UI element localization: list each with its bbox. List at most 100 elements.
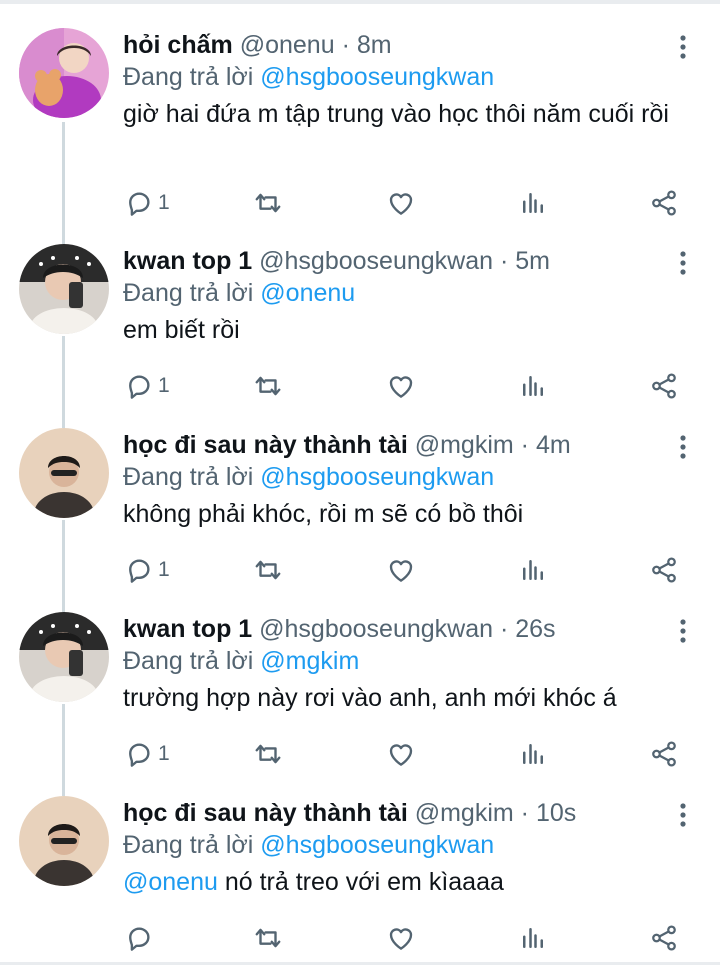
replying-to: Đang trả lời @mgkim — [123, 646, 359, 676]
display-name[interactable]: học đi sau này thành tài — [123, 799, 408, 827]
replying-to-mention[interactable]: @mgkim — [260, 647, 359, 675]
reply-icon — [124, 923, 154, 953]
reply-count: 1 — [158, 742, 170, 765]
replying-to-label: Đang trả lời — [123, 279, 254, 307]
share-icon — [649, 188, 679, 218]
tweet-text: không phải khóc, rồi m sẽ có bồ thôi — [123, 500, 524, 528]
timestamp[interactable]: 26s — [515, 615, 555, 643]
separator-dot: · — [520, 799, 529, 827]
like-button[interactable] — [386, 369, 416, 403]
views-button[interactable] — [518, 737, 548, 771]
like-button[interactable] — [386, 737, 416, 771]
retweet-button[interactable] — [253, 737, 283, 771]
tweet-header: kwan top 1 @hsgbooseungkwan · 5m — [123, 246, 660, 276]
more-icon[interactable] — [672, 616, 694, 646]
replying-to: Đang trả lời @hsgbooseungkwan — [123, 462, 494, 492]
avatar[interactable] — [19, 428, 109, 518]
like-button[interactable] — [386, 921, 416, 955]
thread-line — [62, 336, 65, 428]
retweet-icon — [253, 739, 283, 769]
tweet-actions: 1 — [120, 369, 690, 403]
reply-button[interactable]: 1 — [124, 737, 170, 771]
replying-to-label: Đang trả lời — [123, 647, 254, 675]
user-handle[interactable]: @onenu — [240, 31, 335, 59]
display-name[interactable]: kwan top 1 — [123, 247, 252, 275]
tweet-actions: 1 — [120, 186, 690, 220]
heart-icon — [386, 371, 416, 401]
share-button[interactable] — [649, 553, 679, 587]
replying-to-label: Đang trả lời — [123, 63, 254, 91]
more-icon[interactable] — [672, 248, 694, 278]
views-button[interactable] — [518, 369, 548, 403]
tweet-header: học đi sau này thành tài @mgkim · 4m — [123, 430, 660, 460]
retweet-icon — [253, 923, 283, 953]
text-mention[interactable]: @onenu — [123, 868, 218, 896]
separator-dot: · — [341, 31, 350, 59]
replying-to: Đang trả lời @onenu — [123, 278, 355, 308]
tweet-header: kwan top 1 @hsgbooseungkwan · 26s — [123, 614, 660, 644]
reply-icon — [124, 188, 154, 218]
avatar[interactable] — [19, 612, 109, 702]
reply-button[interactable]: 1 — [124, 369, 170, 403]
views-button[interactable] — [518, 553, 548, 587]
timestamp[interactable]: 8m — [357, 31, 392, 59]
timestamp[interactable]: 4m — [536, 431, 571, 459]
avatar[interactable] — [19, 244, 109, 334]
avatar[interactable] — [19, 796, 109, 886]
replying-to-label: Đang trả lời — [123, 463, 254, 491]
separator-dot: · — [499, 247, 509, 275]
replying-to-mention[interactable]: @hsgbooseungkwan — [260, 463, 494, 491]
display-name[interactable]: kwan top 1 — [123, 615, 252, 643]
reply-button[interactable]: 1 — [124, 553, 170, 587]
retweet-button[interactable] — [253, 553, 283, 587]
replying-to-mention[interactable]: @hsgbooseungkwan — [260, 63, 494, 91]
more-icon[interactable] — [672, 800, 694, 830]
display-name[interactable]: hỏi chấm — [123, 31, 233, 59]
share-icon — [649, 371, 679, 401]
user-handle[interactable]: @mgkim — [415, 799, 514, 827]
more-icon[interactable] — [672, 32, 694, 62]
heart-icon — [386, 555, 416, 585]
share-button[interactable] — [649, 737, 679, 771]
views-button[interactable] — [518, 186, 548, 220]
like-button[interactable] — [386, 553, 416, 587]
retweet-button[interactable] — [253, 369, 283, 403]
display-name[interactable]: học đi sau này thành tài — [123, 431, 408, 459]
heart-icon — [386, 188, 416, 218]
reply-button[interactable]: 1 — [124, 186, 170, 220]
timestamp[interactable]: 5m — [515, 247, 550, 275]
user-handle[interactable]: @hsgbooseungkwan — [259, 615, 493, 643]
avatar[interactable] — [19, 28, 109, 118]
thread-line — [62, 122, 65, 244]
timestamp[interactable]: 10s — [536, 799, 576, 827]
share-button[interactable] — [649, 369, 679, 403]
tweet-text: trường hợp này rơi vào anh, anh mới khóc… — [123, 684, 617, 712]
reply-count: 1 — [158, 374, 170, 397]
reply-count: 1 — [158, 191, 170, 214]
separator-dot: · — [499, 615, 509, 643]
share-button[interactable] — [649, 186, 679, 220]
replying-to: Đang trả lời @hsgbooseungkwan — [123, 830, 494, 860]
thread-line — [62, 520, 65, 612]
more-icon[interactable] — [672, 432, 694, 462]
share-icon — [649, 739, 679, 769]
user-handle[interactable]: @mgkim — [415, 431, 514, 459]
replying-to: Đang trả lời @hsgbooseungkwan — [123, 62, 494, 92]
top-divider — [0, 0, 720, 4]
user-handle[interactable]: @hsgbooseungkwan — [259, 247, 493, 275]
thread-line — [62, 704, 65, 796]
retweet-icon — [253, 555, 283, 585]
retweet-button[interactable] — [253, 921, 283, 955]
tweet-header: học đi sau này thành tài @mgkim · 10s — [123, 798, 660, 828]
views-button[interactable] — [518, 921, 548, 955]
like-button[interactable] — [386, 186, 416, 220]
replying-to-label: Đang trả lời — [123, 831, 254, 859]
views-icon — [518, 739, 548, 769]
tweet-text: giờ hai đứa m tập trung vào học thôi năm… — [123, 100, 669, 128]
share-button[interactable] — [649, 921, 679, 955]
heart-icon — [386, 923, 416, 953]
reply-button[interactable] — [124, 921, 158, 955]
replying-to-mention[interactable]: @onenu — [260, 279, 355, 307]
replying-to-mention[interactable]: @hsgbooseungkwan — [260, 831, 494, 859]
retweet-button[interactable] — [253, 186, 283, 220]
